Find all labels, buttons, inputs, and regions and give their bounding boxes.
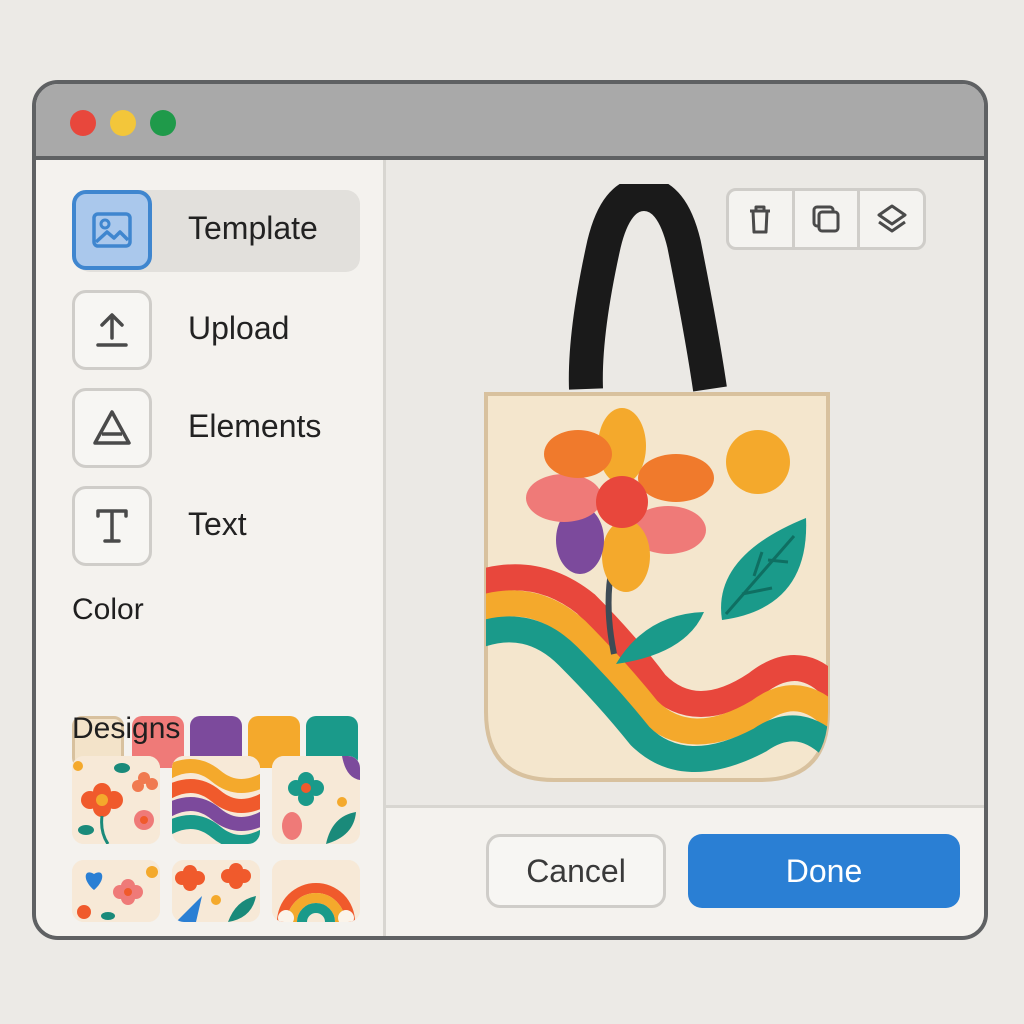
design-thumbnail-blossoms[interactable] — [172, 860, 260, 922]
design-thumbnail-floral[interactable] — [72, 756, 160, 844]
minimize-window-button[interactable] — [110, 110, 136, 136]
maximize-window-button[interactable] — [150, 110, 176, 136]
design-thumbnail-hearts[interactable] — [72, 860, 160, 922]
sidebar-item-label: Upload — [188, 310, 290, 346]
sidebar-item-label: Text — [188, 506, 247, 542]
design-thumbnail-rainbow[interactable] — [272, 860, 360, 922]
layers-icon[interactable] — [857, 191, 923, 247]
app-window: Template Upload Elements Text Color Desi… — [32, 80, 988, 940]
image-icon — [72, 190, 152, 270]
sidebar: Template Upload Elements Text Color Desi… — [36, 160, 386, 936]
design-thumbnail-waves[interactable] — [172, 756, 260, 844]
sidebar-item-text[interactable]: Text — [36, 486, 366, 570]
upload-icon — [72, 290, 152, 370]
object-toolbar — [726, 188, 926, 250]
designs-section-title: Designs — [72, 712, 181, 745]
footer-bar: Cancel Done — [386, 808, 984, 936]
tote-bag-preview[interactable] — [476, 184, 856, 784]
sidebar-item-label: Elements — [188, 408, 322, 444]
sidebar-item-template[interactable]: Template — [36, 190, 366, 274]
close-window-button[interactable] — [70, 110, 96, 136]
trash-icon[interactable] — [729, 191, 792, 247]
cancel-button[interactable]: Cancel — [486, 834, 666, 908]
design-canvas[interactable] — [386, 160, 984, 808]
sidebar-item-upload[interactable]: Upload — [36, 290, 366, 374]
duplicate-icon[interactable] — [791, 191, 858, 247]
sidebar-item-elements[interactable]: Elements — [36, 388, 366, 472]
done-button[interactable]: Done — [688, 834, 960, 908]
sun-motif — [726, 430, 790, 494]
text-icon — [72, 486, 152, 566]
design-thumbnail-flowers-leaves[interactable] — [272, 756, 360, 844]
color-section-title: Color — [72, 593, 144, 626]
title-bar — [36, 84, 984, 160]
triangle-icon — [72, 388, 152, 468]
bag-handle — [568, 184, 727, 392]
sidebar-item-label: Template — [188, 210, 318, 246]
